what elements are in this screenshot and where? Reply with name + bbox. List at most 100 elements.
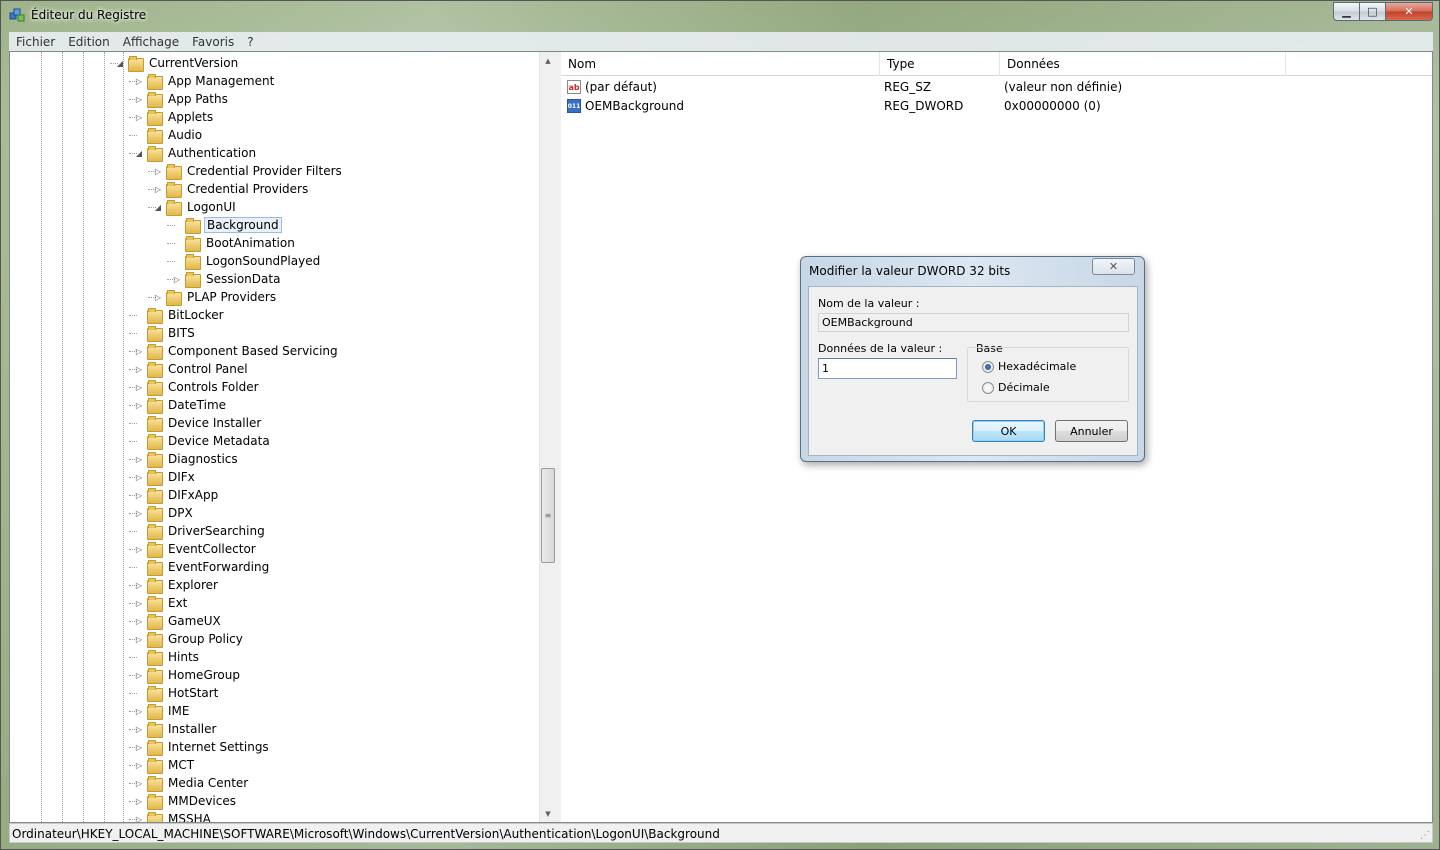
collapsed-arrow-icon[interactable]: ▷	[133, 486, 145, 504]
tree-node[interactable]: ▷ Component Based Servicing	[133, 342, 340, 360]
tree-node[interactable]: ▷ Group Policy	[133, 630, 245, 648]
menu-edition[interactable]: Edition	[62, 35, 116, 49]
tree-node[interactable]: ▷ MCT	[133, 756, 196, 774]
collapsed-arrow-icon[interactable]: ▷	[152, 180, 164, 198]
tree-node[interactable]: ▷ MMDevices	[133, 792, 238, 810]
collapsed-arrow-icon[interactable]: ▷	[133, 612, 145, 630]
cancel-button[interactable]: Annuler	[1055, 420, 1128, 442]
radio-hexadecimal[interactable]: Hexadécimale	[982, 360, 1076, 373]
collapsed-arrow-icon[interactable]: ▷	[133, 108, 145, 126]
tree-node[interactable]: DriverSearching	[133, 522, 267, 540]
tree-node[interactable]: ▷ DIFxApp	[133, 486, 220, 504]
collapsed-arrow-icon[interactable]: ▷	[133, 504, 145, 522]
resize-grip-icon[interactable]: ⋰	[1420, 830, 1430, 841]
value-row[interactable]: ab (par défaut) REG_SZ (valeur non défin…	[561, 78, 1432, 97]
tree-node[interactable]: ▷ Credential Provider Filters	[152, 162, 344, 180]
tree-node[interactable]: ◢ CurrentVersion	[114, 54, 240, 72]
tree-node[interactable]: ▷ SessionData	[171, 270, 282, 288]
value-row[interactable]: 011 OEMBackground REG_DWORD 0x00000000 (…	[561, 97, 1432, 116]
expanded-arrow-icon[interactable]: ◢	[133, 144, 145, 162]
collapsed-arrow-icon[interactable]: ▷	[133, 540, 145, 558]
tree-node[interactable]: EventForwarding	[133, 558, 271, 576]
tree-node[interactable]: ▷ Control Panel	[133, 360, 250, 378]
tree-node[interactable]: Audio	[133, 126, 204, 144]
tree-node[interactable]: ▷ Installer	[133, 720, 218, 738]
collapsed-arrow-icon[interactable]: ▷	[133, 360, 145, 378]
collapsed-arrow-icon[interactable]: ▷	[133, 738, 145, 756]
tree-node[interactable]: ▷ MSSHA	[133, 810, 213, 822]
tree-node[interactable]: ▷ Media Center	[133, 774, 250, 792]
scroll-down-arrow-icon[interactable]: ▼	[540, 805, 556, 822]
collapsed-arrow-icon[interactable]: ▷	[133, 666, 145, 684]
tree-node[interactable]: ▷ Controls Folder	[133, 378, 261, 396]
collapsed-arrow-icon[interactable]: ▷	[133, 594, 145, 612]
tree-node[interactable]: ◢ Authentication	[133, 144, 258, 162]
collapsed-arrow-icon[interactable]: ▷	[133, 378, 145, 396]
tree-node[interactable]: ▷ App Paths	[133, 90, 230, 108]
tree-node[interactable]: ▷ DIFx	[133, 468, 197, 486]
tree-node[interactable]: ▷ DPX	[133, 504, 195, 522]
ok-button[interactable]: OK	[972, 420, 1045, 442]
collapsed-arrow-icon[interactable]: ▷	[152, 162, 164, 180]
menu-affichage[interactable]: Affichage	[117, 35, 185, 49]
collapsed-arrow-icon[interactable]: ▷	[133, 450, 145, 468]
scroll-thumb[interactable]: ≡	[541, 468, 555, 563]
tree-node[interactable]: ▷ Credential Providers	[152, 180, 310, 198]
tree-node[interactable]: Hints	[133, 648, 201, 666]
collapsed-arrow-icon[interactable]: ▷	[133, 342, 145, 360]
tree-node[interactable]: ▷ Ext	[133, 594, 189, 612]
tree-node[interactable]: ▷ GameUX	[133, 612, 223, 630]
scroll-up-arrow-icon[interactable]: ▲	[540, 52, 556, 69]
tree-node[interactable]: ▷ DateTime	[133, 396, 228, 414]
tree-scrollbar[interactable]: ▲ ≡ ▼	[539, 52, 556, 822]
collapsed-arrow-icon[interactable]: ▷	[133, 810, 145, 823]
tree-node[interactable]: BootAnimation	[171, 234, 297, 252]
collapsed-arrow-icon[interactable]: ▷	[133, 792, 145, 810]
tree-node[interactable]: ▷ Diagnostics	[133, 450, 240, 468]
tree-node[interactable]: Background	[171, 216, 282, 234]
tree-node[interactable]: ▷ EventCollector	[133, 540, 258, 558]
close-button[interactable]: ✕	[1386, 2, 1433, 21]
collapsed-arrow-icon[interactable]: ▷	[133, 90, 145, 108]
collapsed-arrow-icon[interactable]: ▷	[133, 576, 145, 594]
tree-node[interactable]: LogonSoundPlayed	[171, 252, 322, 270]
expanded-arrow-icon[interactable]: ◢	[114, 54, 126, 72]
collapsed-arrow-icon[interactable]: ▷	[133, 72, 145, 90]
radio-unselected-icon[interactable]	[982, 381, 994, 394]
collapsed-arrow-icon[interactable]: ▷	[133, 396, 145, 414]
column-header-type[interactable]: Type	[880, 52, 1000, 76]
tree-node[interactable]: Device Metadata	[133, 432, 272, 450]
key-tree[interactable]: ◢ CurrentVersion ▷ App Management ▷ App Paths…	[10, 52, 556, 822]
collapsed-arrow-icon[interactable]: ▷	[133, 702, 145, 720]
tree-node[interactable]: BITS	[133, 324, 197, 342]
maximize-button[interactable]: □	[1360, 2, 1386, 21]
collapsed-arrow-icon[interactable]: ▷	[133, 756, 145, 774]
tree-node[interactable]: ▷ App Management	[133, 72, 276, 90]
tree-node[interactable]: ▷ IME	[133, 702, 191, 720]
menu-favoris[interactable]: Favoris	[186, 35, 240, 49]
menu-help[interactable]: ?	[241, 35, 259, 49]
tree-node[interactable]: ▷ PLAP Providers	[152, 288, 278, 306]
tree-node[interactable]: HotStart	[133, 684, 220, 702]
column-header-name[interactable]: Nom	[561, 52, 880, 76]
title-bar[interactable]: Éditeur du Registre ▁ □ ✕	[1, 1, 1439, 31]
expanded-arrow-icon[interactable]: ◢	[152, 198, 164, 216]
value-data-input[interactable]: 1	[818, 358, 957, 379]
dialog-close-button[interactable]: ✕	[1092, 258, 1135, 275]
menu-fichier[interactable]: Fichier	[10, 35, 61, 49]
tree-node[interactable]: ◢ LogonUI	[152, 198, 238, 216]
collapsed-arrow-icon[interactable]: ▷	[133, 774, 145, 792]
radio-selected-icon[interactable]	[982, 360, 994, 373]
collapsed-arrow-icon[interactable]: ▷	[133, 468, 145, 486]
minimize-button[interactable]: ▁	[1333, 2, 1360, 21]
tree-node[interactable]: ▷ Applets	[133, 108, 215, 126]
tree-node[interactable]: BitLocker	[133, 306, 226, 324]
collapsed-arrow-icon[interactable]: ▷	[133, 720, 145, 738]
collapsed-arrow-icon[interactable]: ▷	[152, 288, 164, 306]
tree-node[interactable]: Device Installer	[133, 414, 263, 432]
radio-decimal[interactable]: Décimale	[982, 381, 1050, 394]
collapsed-arrow-icon[interactable]: ▷	[133, 630, 145, 648]
tree-node[interactable]: ▷ HomeGroup	[133, 666, 242, 684]
collapsed-arrow-icon[interactable]: ▷	[171, 270, 183, 288]
tree-node[interactable]: ▷ Internet Settings	[133, 738, 271, 756]
